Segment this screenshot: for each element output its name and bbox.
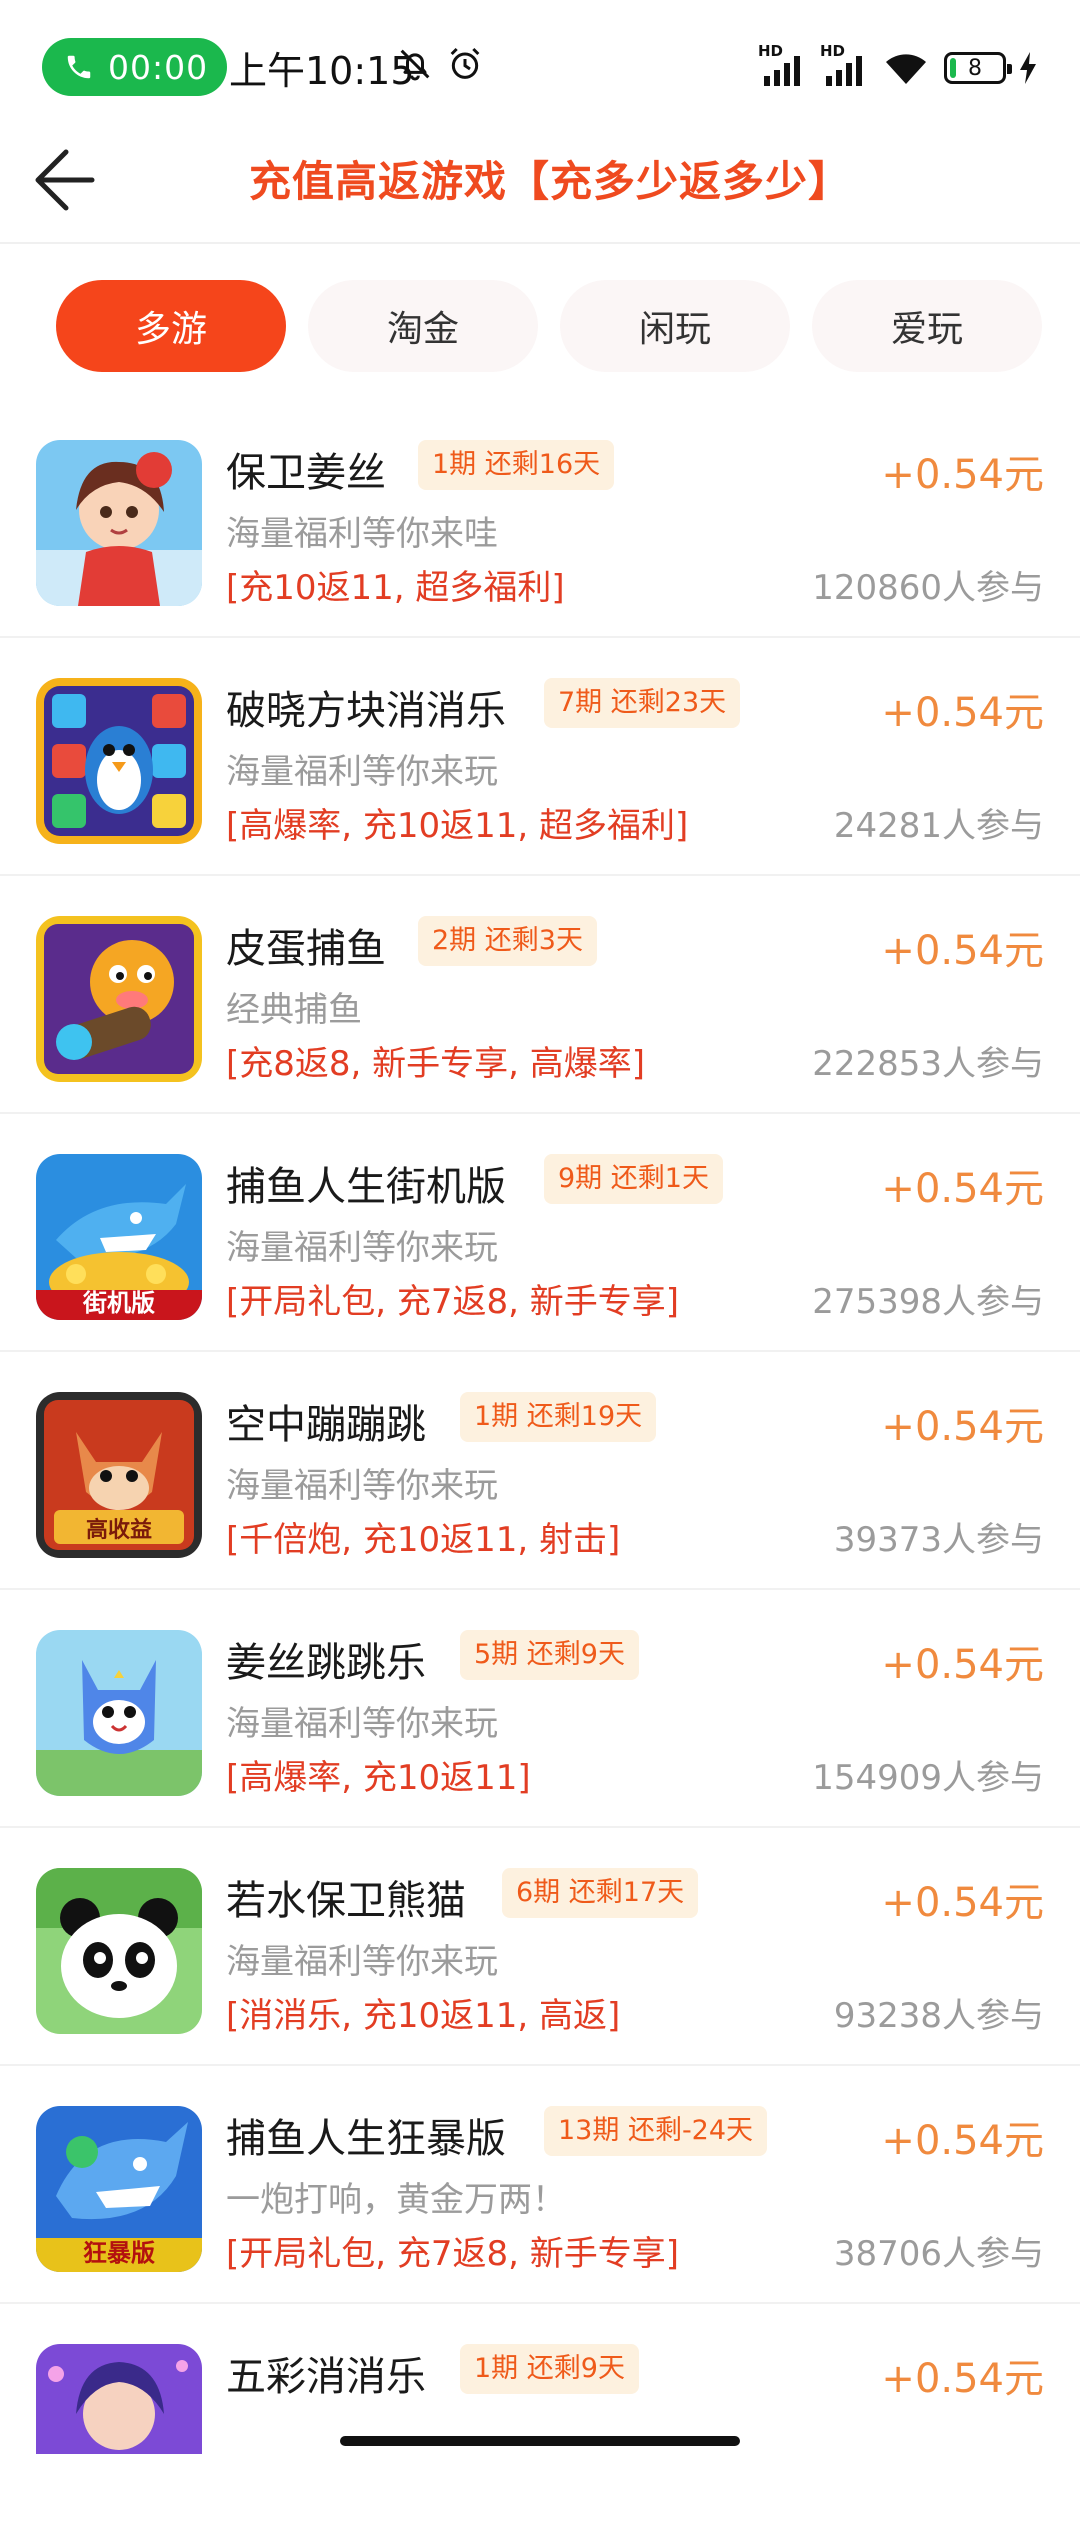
reward-tags: [充10返11, 超多福利] xyxy=(226,568,565,608)
list-item[interactable]: 保卫姜丝 1期 还剩16天 海量福利等你来哇 [充10返11, 超多福利] +0… xyxy=(0,400,1080,638)
reward-amount: +0.54元 xyxy=(881,1880,1044,1926)
period-badge: 1期 还剩9天 xyxy=(460,2344,639,2394)
game-desc: 海量福利等你来玩 xyxy=(226,1466,498,1506)
list-item[interactable]: 若水保卫熊猫 6期 还剩17天 海量福利等你来玩 [消消乐, 充10返11, 高… xyxy=(0,1828,1080,2066)
game-name: 姜丝跳跳乐 xyxy=(226,1640,426,1686)
game-name: 空中蹦蹦跳 xyxy=(226,1402,426,1448)
game-desc: 海量福利等你来玩 xyxy=(226,752,498,792)
fairy-icon xyxy=(36,2344,202,2454)
period-badge: 1期 还剩16天 xyxy=(418,440,615,490)
game-desc: 海量福利等你来玩 xyxy=(226,1704,498,1744)
game-name: 皮蛋捕鱼 xyxy=(226,926,386,972)
list-item[interactable]: 破晓方块消消乐 7期 还剩23天 海量福利等你来玩 [高爆率, 充10返11, … xyxy=(0,638,1080,876)
reward-amount: +0.54元 xyxy=(881,1404,1044,1450)
reward-tags: [千倍炮, 充10返11, 射击] xyxy=(226,1520,621,1560)
tab-aiwan[interactable]: 爱玩 xyxy=(812,280,1042,372)
wifi-icon xyxy=(886,54,926,84)
blue-creature-icon xyxy=(36,1630,202,1796)
game-name: 破晓方块消消乐 xyxy=(226,688,506,734)
status-bar: 00:00 上午10:15 HD HD 8 xyxy=(0,0,1080,130)
game-name: 捕鱼人生街机版 xyxy=(226,1164,506,1210)
icon-caption: 狂暴版 xyxy=(83,2239,155,2267)
alarm-clock-icon xyxy=(450,47,480,79)
reward-amount: +0.54元 xyxy=(881,690,1044,736)
reward-tags: [充8返8, 新手专享, 高爆率] xyxy=(226,1044,646,1084)
list-item[interactable]: 狂暴版 捕鱼人生狂暴版 13期 还剩-24天 一炮打响，黄金万两！ [开局礼包,… xyxy=(0,2066,1080,2304)
reward-amount: +0.54元 xyxy=(881,2118,1044,2164)
list-item[interactable]: 街机版 捕鱼人生街机版 9期 还剩1天 海量福利等你来玩 [开局礼包, 充7返8… xyxy=(0,1114,1080,1352)
reward-tags: [开局礼包, 充7返8, 新手专享] xyxy=(226,1282,680,1322)
battery-level: 8 xyxy=(968,55,982,81)
battery-indicator: 8 xyxy=(944,52,1012,84)
shark-arcade-icon: 街机版 xyxy=(36,1154,202,1320)
period-badge: 9期 还剩1天 xyxy=(544,1154,723,1204)
clock: 上午10:15 xyxy=(229,49,415,93)
mute-bell-icon xyxy=(400,49,430,81)
game-name: 五彩消消乐 xyxy=(226,2354,426,2400)
game-name: 捕鱼人生狂暴版 xyxy=(226,2116,506,2162)
period-badge: 6期 还剩17天 xyxy=(502,1868,699,1918)
page-header: 充值高返游戏【充多少返多少】 xyxy=(0,130,1080,244)
home-indicator[interactable] xyxy=(340,2436,740,2446)
game-desc: 海量福利等你来哇 xyxy=(226,514,498,554)
list-item[interactable]: 姜丝跳跳乐 5期 还剩9天 海量福利等你来玩 [高爆率, 充10返11] +0.… xyxy=(0,1590,1080,1828)
participant-count: 120860人参与 xyxy=(812,568,1044,608)
page-title: 充值高返游戏【充多少返多少】 xyxy=(248,157,851,206)
participant-count: 39373人参与 xyxy=(833,1520,1044,1560)
tab-taojin[interactable]: 淘金 xyxy=(308,280,538,372)
penguin-blocks-icon xyxy=(36,678,202,844)
girl-character-icon xyxy=(36,440,202,606)
game-desc: 经典捕鱼 xyxy=(226,990,362,1030)
cell-signal-icon-2 xyxy=(826,56,862,86)
cannon-creature-icon xyxy=(36,916,202,1082)
call-timer: 00:00 xyxy=(108,47,209,87)
platform-tabs: 多游 淘金 闲玩 爱玩 xyxy=(56,280,1046,372)
reward-tags: [高爆率, 充10返11] xyxy=(226,1758,531,1798)
tab-duoyou[interactable]: 多游 xyxy=(56,280,286,372)
list-item[interactable]: 高收益 空中蹦蹦跳 1期 还剩19天 海量福利等你来玩 [千倍炮, 充10返11… xyxy=(0,1352,1080,1590)
period-badge: 13期 还剩-24天 xyxy=(544,2106,768,2156)
charging-bolt-icon xyxy=(1020,52,1036,84)
list-item[interactable]: 五彩消消乐 1期 还剩9天 +0.54元 xyxy=(0,2304,1080,2542)
call-indicator-pill[interactable]: 00:00 xyxy=(42,38,227,96)
participant-count: 275398人参与 xyxy=(812,1282,1044,1322)
game-name: 若水保卫熊猫 xyxy=(226,1878,466,1924)
game-name: 保卫姜丝 xyxy=(226,450,386,496)
game-desc: 海量福利等你来玩 xyxy=(226,1228,498,1268)
participant-count: 24281人参与 xyxy=(833,806,1044,846)
tab-xianwan[interactable]: 闲玩 xyxy=(560,280,790,372)
participant-count: 154909人参与 xyxy=(812,1758,1044,1798)
panda-icon xyxy=(36,1868,202,2034)
phone-icon xyxy=(67,55,91,79)
participant-count: 93238人参与 xyxy=(833,1996,1044,2036)
icon-caption: 高收益 xyxy=(85,1518,152,1543)
shark-rage-icon: 狂暴版 xyxy=(36,2106,202,2272)
period-badge: 7期 还剩23天 xyxy=(544,678,741,728)
reward-amount: +0.54元 xyxy=(881,2356,1044,2402)
participant-count: 38706人参与 xyxy=(833,2234,1044,2274)
game-list: 保卫姜丝 1期 还剩16天 海量福利等你来哇 [充10返11, 超多福利] +0… xyxy=(0,400,1080,2542)
period-badge: 1期 还剩19天 xyxy=(460,1392,657,1442)
game-desc: 海量福利等你来玩 xyxy=(226,1942,498,1982)
reward-tags: [消消乐, 充10返11, 高返] xyxy=(226,1996,621,2036)
period-badge: 5期 还剩9天 xyxy=(460,1630,639,1680)
fox-pilot-icon: 高收益 xyxy=(36,1392,202,1558)
list-item[interactable]: 皮蛋捕鱼 2期 还剩3天 经典捕鱼 [充8返8, 新手专享, 高爆率] +0.5… xyxy=(0,876,1080,1114)
reward-tags: [高爆率, 充10返11, 超多福利] xyxy=(226,806,689,846)
icon-caption: 街机版 xyxy=(83,1289,155,1317)
reward-tags: [开局礼包, 充7返8, 新手专享] xyxy=(226,2234,680,2274)
participant-count: 222853人参与 xyxy=(812,1044,1044,1084)
reward-amount: +0.54元 xyxy=(881,1642,1044,1688)
cell-signal-icon xyxy=(764,56,800,86)
period-badge: 2期 还剩3天 xyxy=(418,916,597,966)
reward-amount: +0.54元 xyxy=(881,452,1044,498)
reward-amount: +0.54元 xyxy=(881,928,1044,974)
reward-amount: +0.54元 xyxy=(881,1166,1044,1212)
game-desc: 一炮打响，黄金万两！ xyxy=(226,2180,566,2220)
